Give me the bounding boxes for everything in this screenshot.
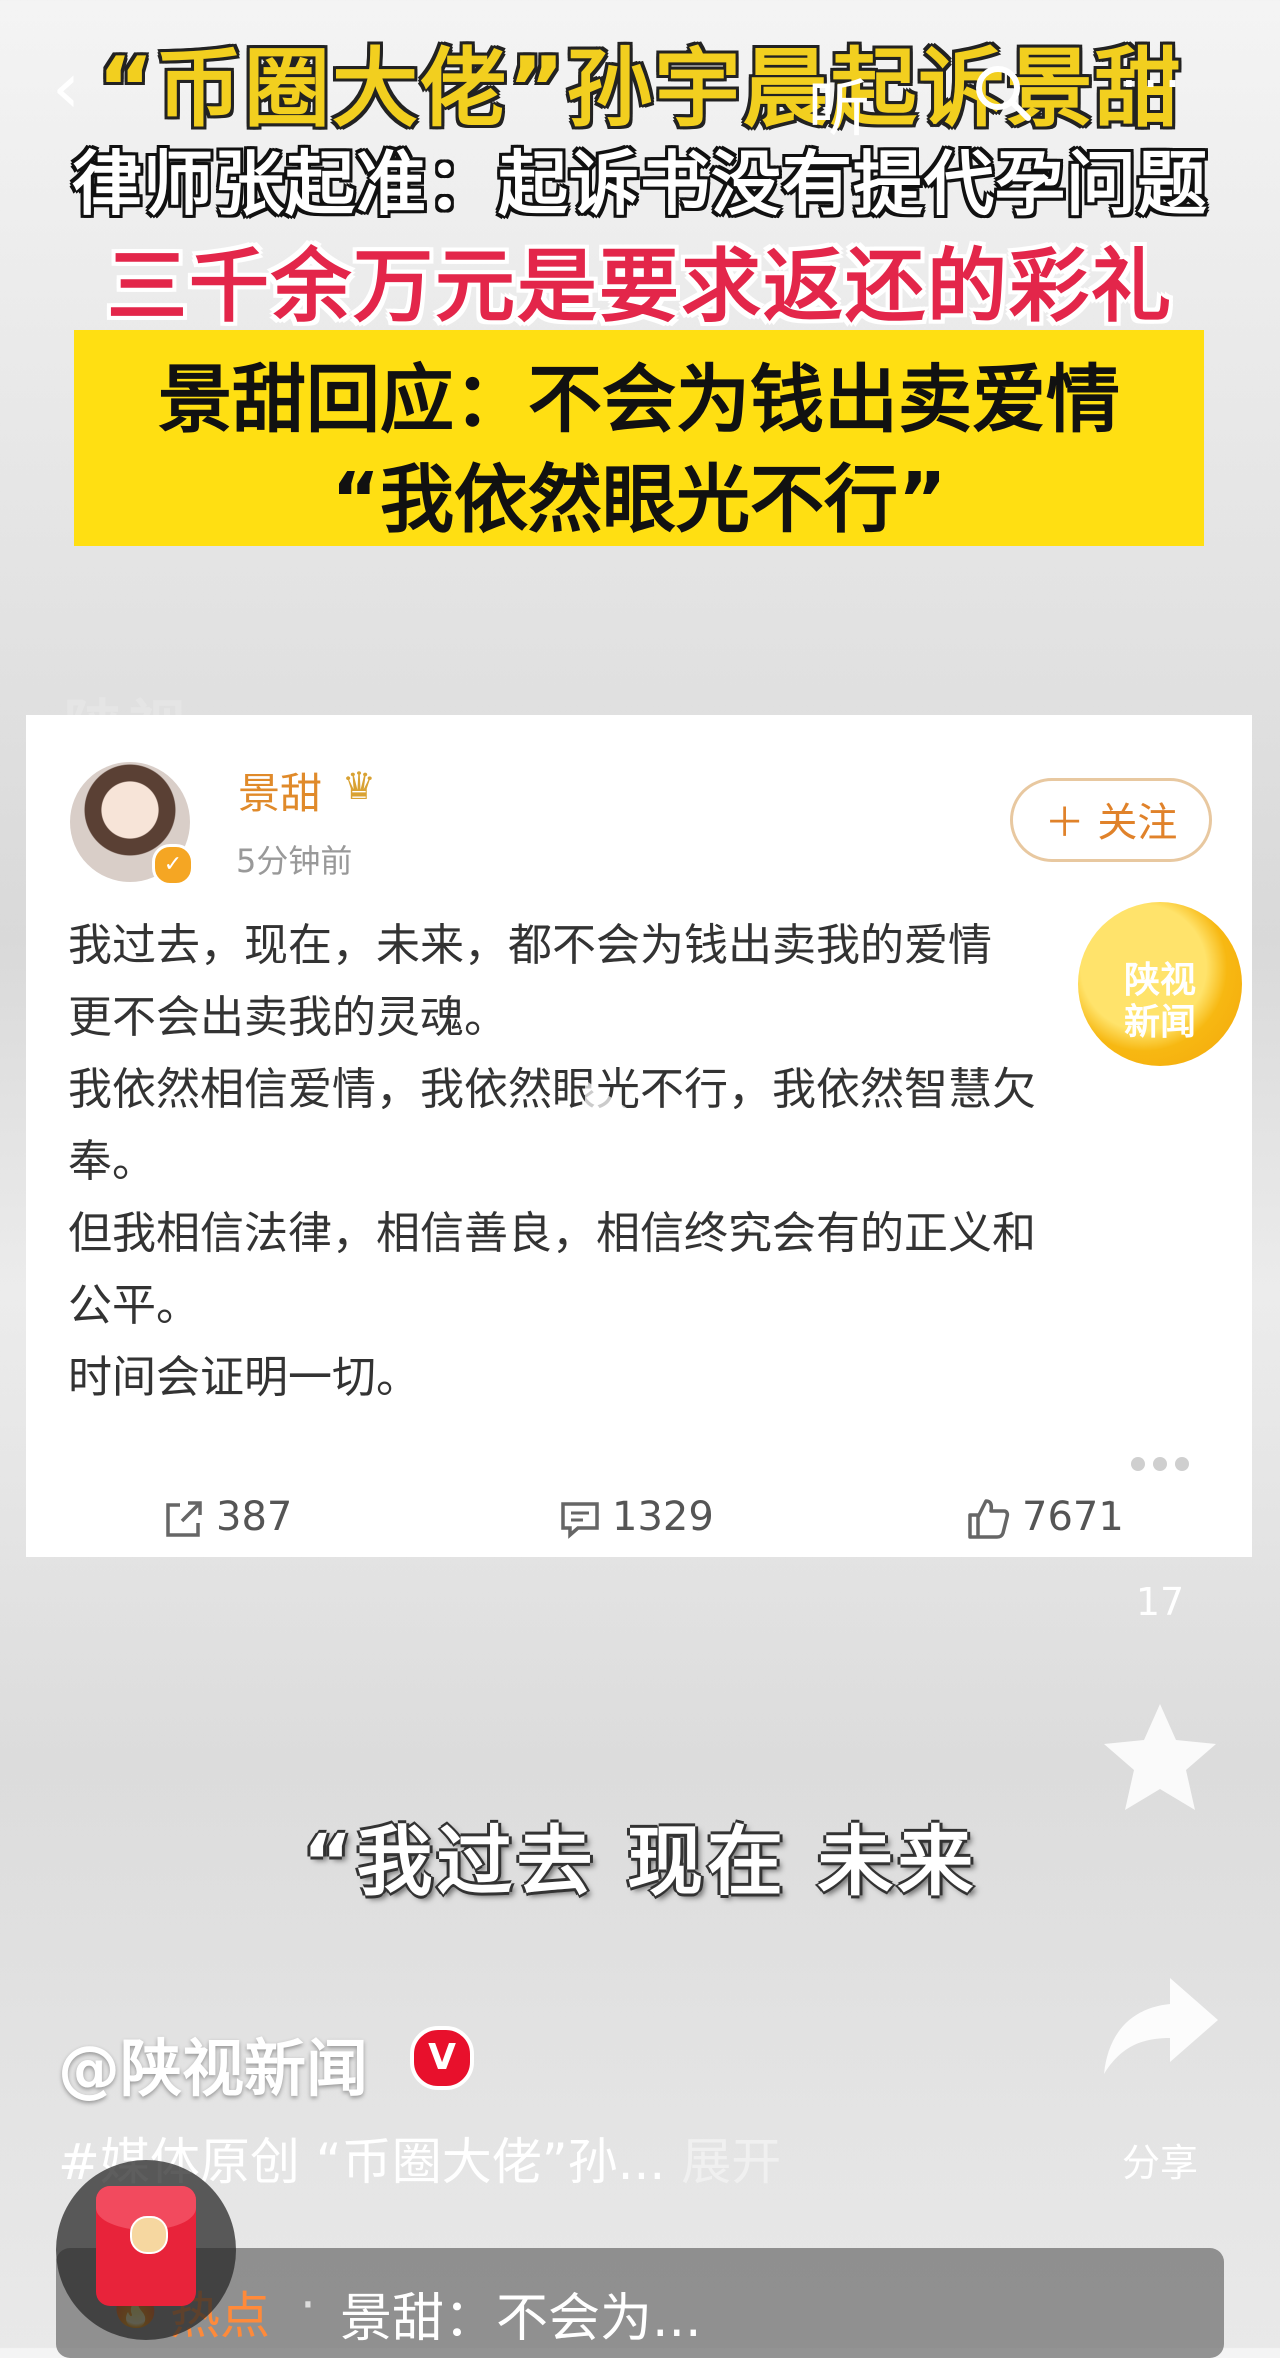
post-line: 但我相信法律，相信善良，相信终究会有的正义和 — [68, 1208, 1036, 1259]
repost-icon — [166, 1501, 202, 1537]
share-label[interactable]: 分享 — [1090, 2132, 1230, 2187]
crown-icon: ♛ — [342, 764, 377, 808]
play-icon[interactable] — [585, 1080, 675, 1200]
comment-count: 1329 — [612, 1494, 714, 1540]
highlight-line-1: 景甜回应：不会为钱出卖爱情 — [158, 357, 1120, 443]
search-icon[interactable] — [972, 62, 1032, 122]
comment-bubble-icon[interactable] — [1100, 1420, 1220, 1534]
verified-badge-icon: ✓ — [152, 844, 194, 886]
video-subtitle: “我过去 现在 未来 — [302, 1817, 978, 1906]
headline-line-1: “币圈大佬”孙宇晨起诉景甜 — [97, 39, 1183, 139]
headline-line-3: 三千余万元是要求返还的彩礼 — [107, 240, 1173, 333]
follow-button[interactable]: ＋ 关注 — [1010, 778, 1212, 862]
repost-count: 387 — [216, 1494, 293, 1540]
hot-separator: · — [300, 2276, 316, 2334]
comment-count-rail: 17 — [1135, 1580, 1185, 1624]
post-line: 我过去，现在，未来，都不会为钱出卖我的爱情 — [68, 920, 992, 971]
thumbs-up-icon — [968, 1499, 1010, 1539]
share-arrow-icon[interactable] — [1100, 1974, 1220, 2088]
post-time: 5分钟前 — [236, 842, 353, 880]
red-packet-coin — [130, 2216, 168, 2254]
post-line: 时间会证明一切。 — [68, 1352, 420, 1403]
verified-icon: V — [410, 2026, 474, 2090]
back-icon[interactable]: ‹ — [52, 53, 104, 123]
highlight-line-2: “我依然眼光不行” — [331, 457, 947, 543]
comment-icon — [561, 1502, 599, 1539]
like-heart-icon[interactable] — [1100, 1146, 1222, 1260]
post-line: 公平。 — [68, 1280, 200, 1331]
listen-button[interactable]: 听 — [808, 58, 870, 148]
author-name[interactable]: @陕视新闻 — [58, 2018, 368, 2108]
comment-stat[interactable]: 1329 — [558, 1494, 714, 1541]
headline-line-2: 律师张起准：起诉书没有提代孕问题 — [72, 143, 1208, 225]
expand-button[interactable]: 展开 — [681, 2133, 781, 2191]
more-icon[interactable]: ··· — [1120, 52, 1185, 117]
post-line: 更不会出卖我的灵魂。 — [68, 992, 508, 1043]
channel-logo-text: 陕视 新闻 — [1123, 960, 1196, 1043]
hot-topic-text: 景甜：不会为... — [340, 2289, 702, 2349]
post-username[interactable]: 景甜 — [238, 760, 322, 821]
repost-stat[interactable]: 387 — [162, 1494, 292, 1541]
